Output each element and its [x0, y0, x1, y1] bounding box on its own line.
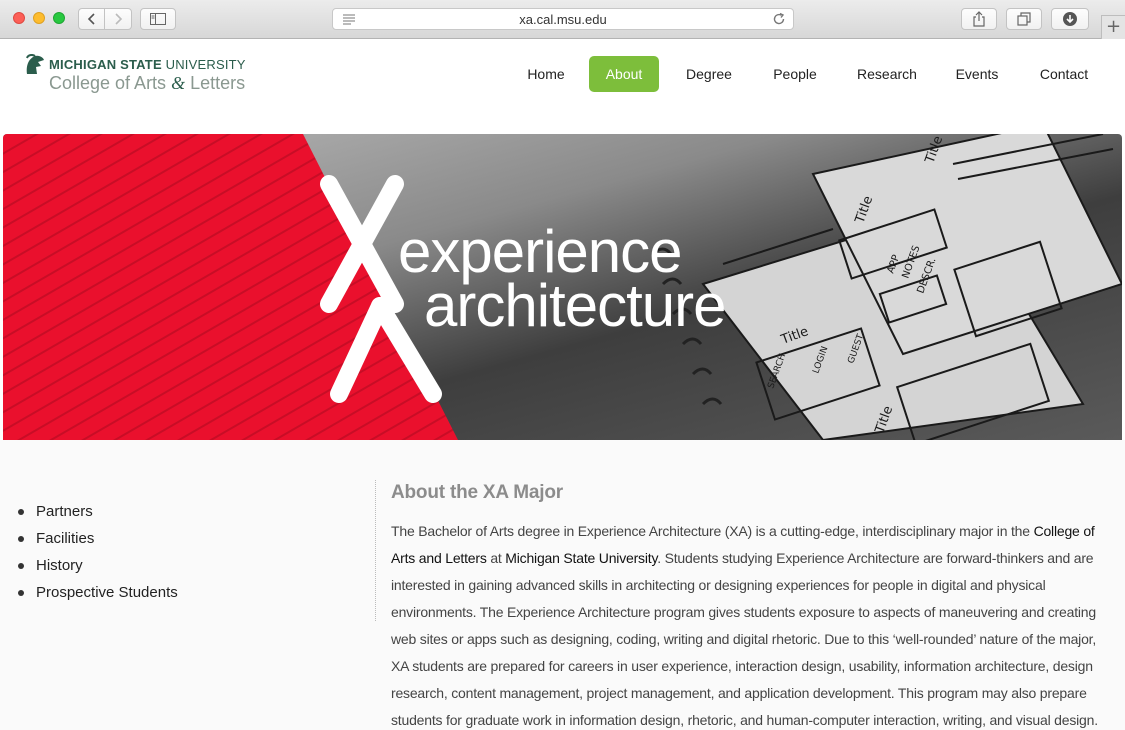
nav-home[interactable]: Home	[519, 56, 573, 92]
url-text: xa.cal.msu.edu	[519, 11, 607, 27]
address-bar[interactable]: xa.cal.msu.edu	[332, 8, 794, 30]
subnav-item-facilities[interactable]: Facilities	[18, 525, 178, 552]
new-tab-button[interactable]: +	[1101, 15, 1125, 39]
history-nav-buttons	[78, 8, 132, 30]
plus-icon: +	[1105, 16, 1122, 37]
university-name: MICHIGAN STATE UNIVERSITY	[49, 57, 246, 72]
reader-view-icon[interactable]	[341, 11, 357, 27]
subnav-item-history[interactable]: History	[18, 552, 178, 579]
nav-research[interactable]: Research	[848, 56, 926, 92]
hero-banner: Title Title Title APP NOTES DESCR. SEARC…	[3, 134, 1122, 440]
spartan-helmet-icon	[26, 54, 44, 74]
nav-contact[interactable]: Contact	[1033, 56, 1095, 92]
college-logo[interactable]: MICHIGAN STATE UNIVERSITY College of Art…	[24, 54, 274, 96]
zoom-window-button[interactable]	[53, 12, 65, 24]
share-button[interactable]	[961, 8, 997, 30]
nav-about[interactable]: About	[589, 56, 659, 92]
show-sidebar-button[interactable]	[140, 8, 176, 30]
sidebar-icon	[150, 13, 166, 25]
article-body: The Bachelor of Arts degree in Experienc…	[391, 523, 1098, 728]
close-window-button[interactable]	[13, 12, 25, 24]
nav-events[interactable]: Events	[948, 56, 1006, 92]
main-content: Partners Facilities History Prospective …	[0, 440, 1125, 730]
download-icon	[1063, 12, 1077, 26]
nav-people[interactable]: People	[763, 56, 827, 92]
subnav-item-prospective-students[interactable]: Prospective Students	[18, 579, 178, 606]
back-button[interactable]	[79, 9, 106, 29]
hero-graphic: Title Title Title APP NOTES DESCR. SEARC…	[3, 134, 1122, 440]
chevron-right-icon	[115, 13, 123, 25]
college-name: College of Arts & Letters	[49, 73, 246, 93]
minimize-window-button[interactable]	[33, 12, 45, 24]
about-subnav: Partners Facilities History Prospective …	[18, 498, 178, 606]
share-icon	[973, 11, 985, 27]
reload-icon[interactable]	[771, 11, 787, 27]
forward-button[interactable]	[105, 9, 131, 29]
downloads-button[interactable]	[1051, 8, 1089, 30]
nav-degree[interactable]: Degree	[675, 56, 743, 92]
hero-title-line2: architecture	[424, 272, 725, 339]
about-article: About the XA Major The Bachelor of Arts …	[391, 482, 1106, 730]
browser-titlebar: xa.cal.msu.edu +	[0, 0, 1125, 39]
article-heading: About the XA Major	[391, 482, 563, 503]
content-divider	[375, 480, 376, 621]
tabs-overview-icon	[1017, 12, 1031, 26]
chevron-left-icon	[87, 13, 95, 25]
subnav-item-partners[interactable]: Partners	[18, 498, 178, 525]
msu-link[interactable]: Michigan State University	[505, 550, 657, 566]
show-all-tabs-button[interactable]	[1006, 8, 1042, 30]
